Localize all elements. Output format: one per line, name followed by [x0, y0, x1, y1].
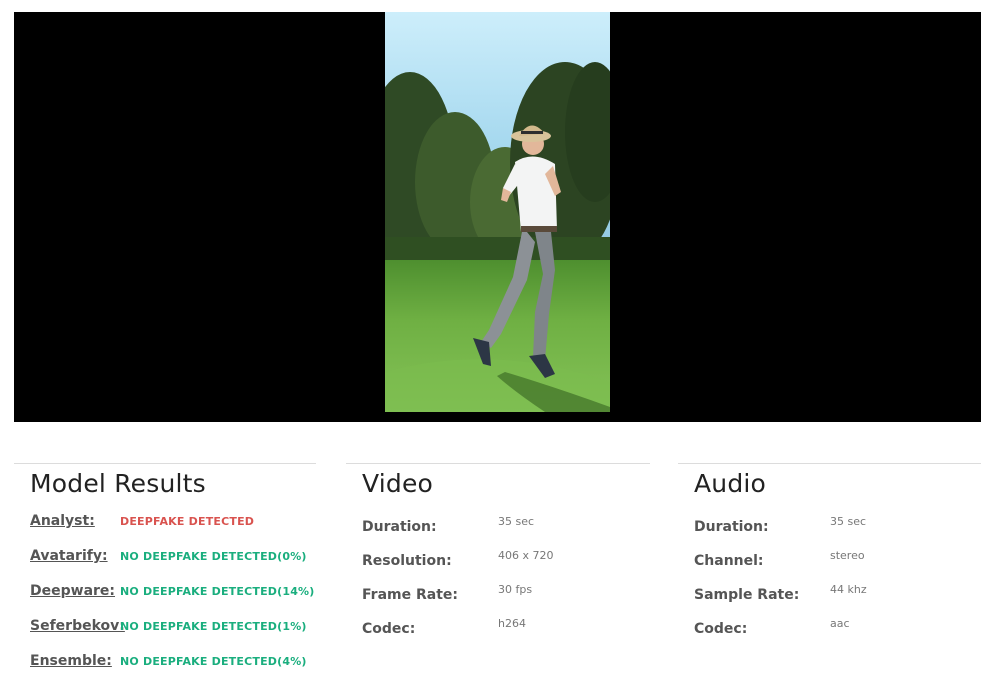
model-row-ensemble: Ensemble: NO DEEPFAKE DETECTED(4%): [30, 653, 320, 673]
video-duration-row: Duration: 35 sec: [362, 515, 642, 535]
video-frame-image: [385, 12, 610, 412]
audio-duration-row: Duration: 35 sec: [694, 515, 974, 535]
model-row-avatarify: Avatarify: NO DEEPFAKE DETECTED(0%): [30, 548, 320, 568]
audio-channel-label: Channel:: [694, 553, 764, 569]
video-resolution-value: 406 x 720: [498, 549, 554, 562]
model-row-analyst: Analyst: DEEPFAKE DETECTED: [30, 513, 320, 533]
video-player[interactable]: [14, 12, 981, 422]
model-row-deepware: Deepware: NO DEEPFAKE DETECTED(14%): [30, 583, 320, 603]
status-badge-avatarify: NO DEEPFAKE DETECTED(0%): [120, 550, 307, 563]
audio-codec-row: Codec: aac: [694, 617, 974, 637]
video-duration-label: Duration:: [362, 519, 437, 535]
video-resolution-row: Resolution: 406 x 720: [362, 549, 642, 569]
model-link-avatarify[interactable]: Avatarify:: [30, 548, 108, 564]
audio-duration-label: Duration:: [694, 519, 769, 535]
audio-codec-label: Codec:: [694, 621, 748, 637]
audio-sample-rate-label: Sample Rate:: [694, 587, 800, 603]
status-badge-ensemble: NO DEEPFAKE DETECTED(4%): [120, 655, 307, 668]
status-badge-deepware: NO DEEPFAKE DETECTED(14%): [120, 585, 315, 598]
status-badge-seferbekov: NO DEEPFAKE DETECTED(1%): [120, 620, 307, 633]
model-link-ensemble[interactable]: Ensemble:: [30, 653, 112, 669]
audio-channel-value: stereo: [830, 549, 865, 562]
model-results-panel: Model Results Analyst: DEEPFAKE DETECTED…: [14, 463, 316, 684]
model-link-analyst[interactable]: Analyst:: [30, 513, 95, 529]
model-row-seferbekov: Seferbekov: NO DEEPFAKE DETECTED(1%): [30, 618, 320, 638]
audio-codec-value: aac: [830, 617, 850, 630]
audio-channel-row: Channel: stereo: [694, 549, 974, 569]
audio-sample-rate-row: Sample Rate: 44 khz: [694, 583, 974, 603]
video-codec-label: Codec:: [362, 621, 416, 637]
model-results-title: Model Results: [30, 469, 206, 498]
status-badge-analyst: DEEPFAKE DETECTED: [120, 515, 255, 528]
model-link-deepware[interactable]: Deepware:: [30, 583, 115, 599]
video-frame-rate-label: Frame Rate:: [362, 587, 458, 603]
video-codec-value: h264: [498, 617, 526, 630]
audio-info-panel: Audio Duration: 35 sec Channel: stereo S…: [678, 463, 981, 684]
video-frame[interactable]: [385, 12, 610, 412]
video-duration-value: 35 sec: [498, 515, 535, 528]
video-frame-rate-value: 30 fps: [498, 583, 533, 596]
audio-info-title: Audio: [694, 469, 767, 498]
audio-sample-rate-value: 44 khz: [830, 583, 867, 596]
video-frame-rate-row: Frame Rate: 30 fps: [362, 583, 642, 603]
video-info-panel: Video Duration: 35 sec Resolution: 406 x…: [346, 463, 650, 684]
video-info-title: Video: [362, 469, 434, 498]
video-codec-row: Codec: h264: [362, 617, 642, 637]
model-link-seferbekov[interactable]: Seferbekov:: [30, 618, 125, 634]
video-resolution-label: Resolution:: [362, 553, 452, 569]
audio-duration-value: 35 sec: [830, 515, 867, 528]
